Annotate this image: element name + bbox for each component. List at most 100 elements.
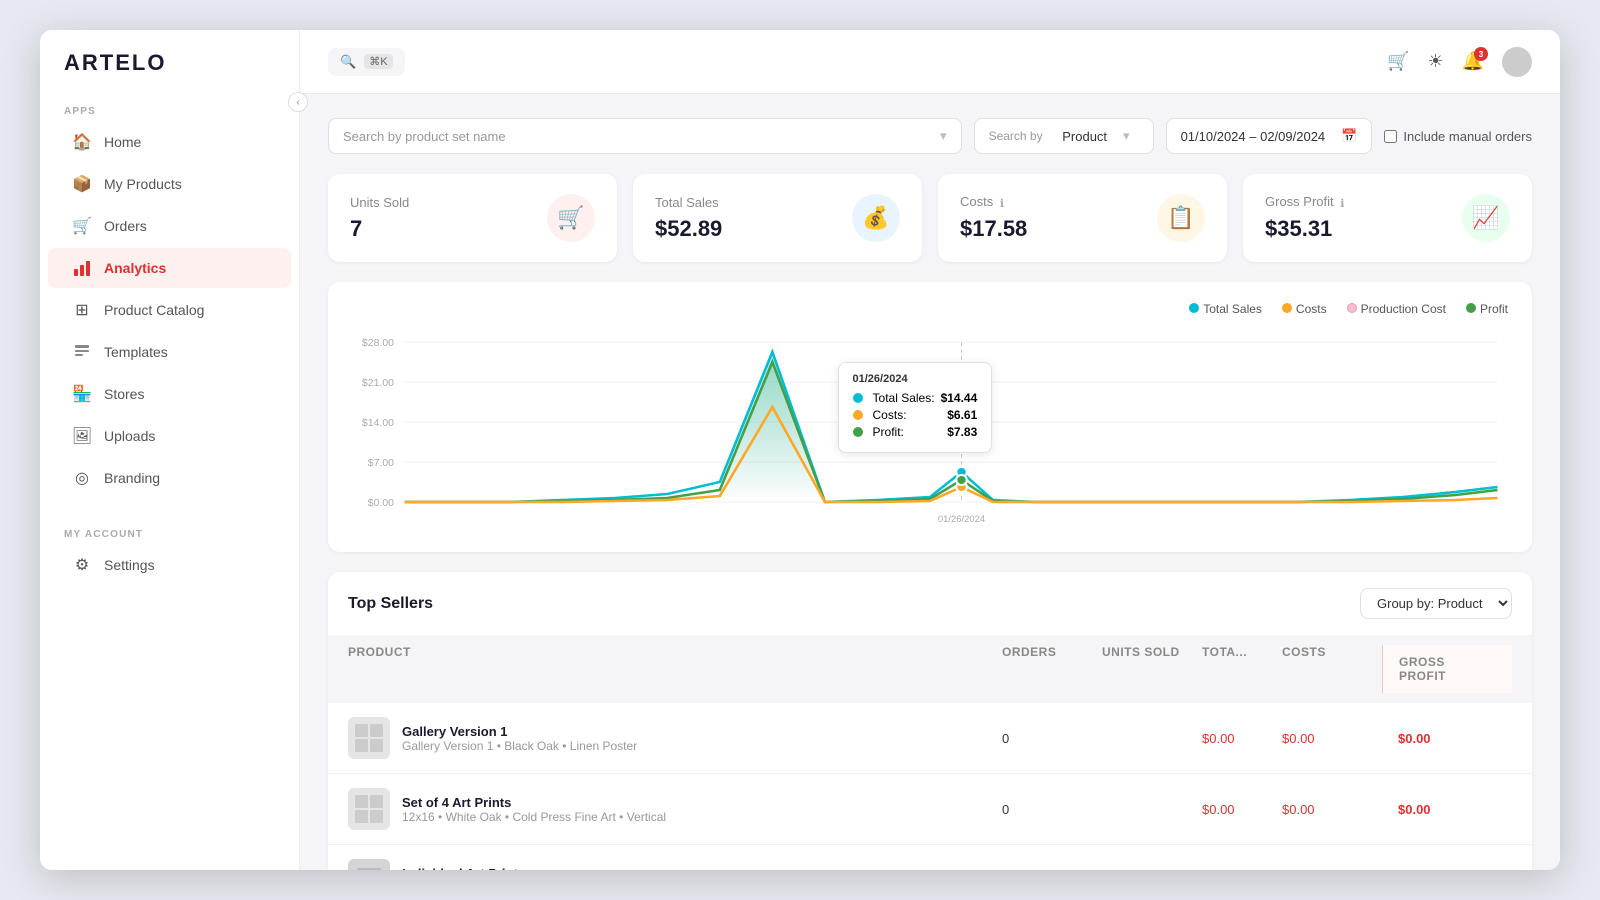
notifications-button[interactable]: 🔔 3 — [1462, 51, 1484, 72]
include-manual-checkbox[interactable] — [1384, 130, 1397, 143]
metric-total-sales: Total Sales $52.89 💰 — [633, 174, 922, 262]
tooltip-row-sales: Total Sales: $14.44 — [853, 391, 978, 405]
svg-text:$7.00: $7.00 — [368, 458, 395, 469]
metric-units-sold: Units Sold 7 🛒 — [328, 174, 617, 262]
sidebar-item-analytics[interactable]: Analytics — [48, 248, 291, 288]
search-icon: 🔍 — [340, 54, 356, 70]
product-thumb — [348, 788, 390, 830]
include-manual-label: Include manual orders — [1403, 129, 1532, 144]
account-section-label: MY ACCOUNT — [40, 519, 299, 544]
metric-value: $17.58 — [960, 216, 1027, 242]
top-sellers-table: Top Sellers Group by: Product Product Or… — [328, 572, 1532, 870]
product-set-search[interactable]: Search by product set name ▾ — [328, 118, 962, 154]
product-name: Gallery Version 1 — [402, 724, 637, 739]
tooltip-profit-value: $7.83 — [947, 425, 977, 439]
product-info: Individual Art Print 12x16 • Unframed • … — [402, 866, 647, 871]
total-val: $0.00 — [1202, 731, 1282, 746]
date-range-picker[interactable]: 01/10/2024 – 02/09/2024 📅 — [1166, 118, 1373, 154]
col-gross-profit: Gross Profit — [1382, 645, 1512, 693]
sidebar-item-home[interactable]: 🏠 Home — [48, 122, 291, 162]
chart-legend: Total Sales Costs Production Cost Profit — [352, 302, 1508, 316]
table-title: Top Sellers — [348, 595, 433, 613]
gross-profit-icon: 📈 — [1462, 194, 1510, 242]
sidebar-item-stores[interactable]: 🏪 Stores — [48, 374, 291, 414]
chart-tooltip: 01/26/2024 Total Sales: $14.44 Costs: $6… — [838, 362, 993, 453]
costs-info-icon: ℹ — [1000, 198, 1004, 210]
search-by-dropdown[interactable]: Search by Product ▾ — [974, 118, 1154, 154]
sidebar-item-my-products[interactable]: 📦 My Products — [48, 164, 291, 204]
tooltip-costs-dot — [853, 410, 863, 420]
table-row: Set of 4 Art Prints 12x16 • White Oak • … — [328, 774, 1532, 845]
col-total: Tota... — [1202, 645, 1282, 693]
metric-label: Units Sold — [350, 195, 409, 210]
sidebar-item-branding[interactable]: ◎ Branding — [48, 458, 291, 498]
col-orders: Orders — [1002, 645, 1102, 693]
avatar[interactable] — [1502, 47, 1532, 77]
legend-total-sales: Total Sales — [1189, 302, 1262, 316]
package-icon: 📦 — [72, 174, 92, 194]
tooltip-sales-dot — [853, 393, 863, 403]
tooltip-date: 01/26/2024 — [853, 373, 978, 385]
notification-badge: 3 — [1474, 47, 1488, 61]
product-thumb — [348, 859, 390, 870]
tooltip-costs-value: $6.61 — [947, 408, 977, 422]
search-by-value: Product — [1062, 129, 1107, 144]
product-thumb — [348, 717, 390, 759]
col-units-sold: Units Sold — [1102, 645, 1202, 693]
tooltip-profit-label: Profit: — [873, 425, 904, 439]
sidebar-item-label: My Products — [104, 176, 182, 192]
search-placeholder: Search by product set name — [343, 129, 506, 144]
branding-icon: ◎ — [72, 468, 92, 488]
search-bar[interactable]: 🔍 ⌘K — [328, 48, 405, 76]
sidebar-item-orders[interactable]: 🛒 Orders — [48, 206, 291, 246]
header-actions: 🛒 ☀ 🔔 3 — [1387, 47, 1532, 77]
main-content: 🔍 ⌘K 🛒 ☀ 🔔 3 Search by product set name — [300, 30, 1560, 870]
metric-value: $35.31 — [1265, 216, 1344, 242]
tooltip-row-costs: Costs: $6.61 — [853, 408, 978, 422]
apps-section-label: APPS — [40, 96, 299, 121]
product-cell: Individual Art Print 12x16 • Unframed • … — [348, 859, 1002, 870]
sidebar-item-label: Settings — [104, 557, 155, 573]
group-by-select[interactable]: Group by: Product — [1360, 588, 1512, 619]
metric-value: $52.89 — [655, 216, 722, 242]
costs-val: $0.00 — [1282, 802, 1382, 817]
sidebar-item-product-catalog[interactable]: ⊞ Product Catalog — [48, 290, 291, 330]
sidebar-item-settings[interactable]: ⚙ Settings — [48, 545, 291, 585]
metric-costs: Costs ℹ $17.58 📋 — [938, 174, 1227, 262]
tooltip-row-profit: Profit: $7.83 — [853, 425, 978, 439]
search-by-label: Search by — [989, 129, 1043, 143]
include-manual-checkbox-row[interactable]: Include manual orders — [1384, 129, 1532, 144]
page-content: Search by product set name ▾ Search by P… — [300, 94, 1560, 870]
filters-row: Search by product set name ▾ Search by P… — [328, 118, 1532, 154]
header: 🔍 ⌘K 🛒 ☀ 🔔 3 — [300, 30, 1560, 94]
sidebar-collapse-button[interactable]: ‹ — [288, 92, 308, 112]
legend-costs: Costs — [1282, 302, 1327, 316]
sidebar-item-uploads[interactable]: 🖼 Uploads — [48, 416, 291, 456]
app-logo: ARTELO — [40, 50, 299, 96]
costs-val: $0.00 — [1282, 731, 1382, 746]
templates-icon — [72, 342, 92, 362]
uploads-icon: 🖼 — [72, 426, 92, 446]
sidebar-item-label: Product Catalog — [104, 302, 204, 318]
col-product: Product — [348, 645, 1002, 693]
svg-text:$0.00: $0.00 — [368, 498, 395, 509]
sidebar-item-label: Uploads — [104, 428, 155, 444]
table-row: Individual Art Print 12x16 • Unframed • … — [328, 845, 1532, 870]
metric-label: Total Sales — [655, 195, 722, 210]
svg-text:$28.00: $28.00 — [362, 338, 394, 349]
orders-val: 0 — [1002, 731, 1102, 746]
orders-val: 0 — [1002, 802, 1102, 817]
chevron-down-icon: ▾ — [1123, 128, 1130, 144]
sidebar-item-label: Templates — [104, 344, 168, 360]
sidebar-item-label: Orders — [104, 218, 147, 234]
svg-text:$21.00: $21.00 — [362, 378, 394, 389]
chevron-down-icon: ▾ — [940, 128, 947, 144]
sidebar-item-label: Branding — [104, 470, 160, 486]
theme-toggle-button[interactable]: ☀ — [1427, 51, 1443, 72]
legend-profit: Profit — [1466, 302, 1508, 316]
sidebar-item-templates[interactable]: Templates — [48, 332, 291, 372]
metric-value: 7 — [350, 216, 409, 242]
table-row: Gallery Version 1 Gallery Version 1 • Bl… — [328, 703, 1532, 774]
product-cell: Set of 4 Art Prints 12x16 • White Oak • … — [348, 788, 1002, 830]
cart-header-button[interactable]: 🛒 — [1387, 51, 1409, 72]
